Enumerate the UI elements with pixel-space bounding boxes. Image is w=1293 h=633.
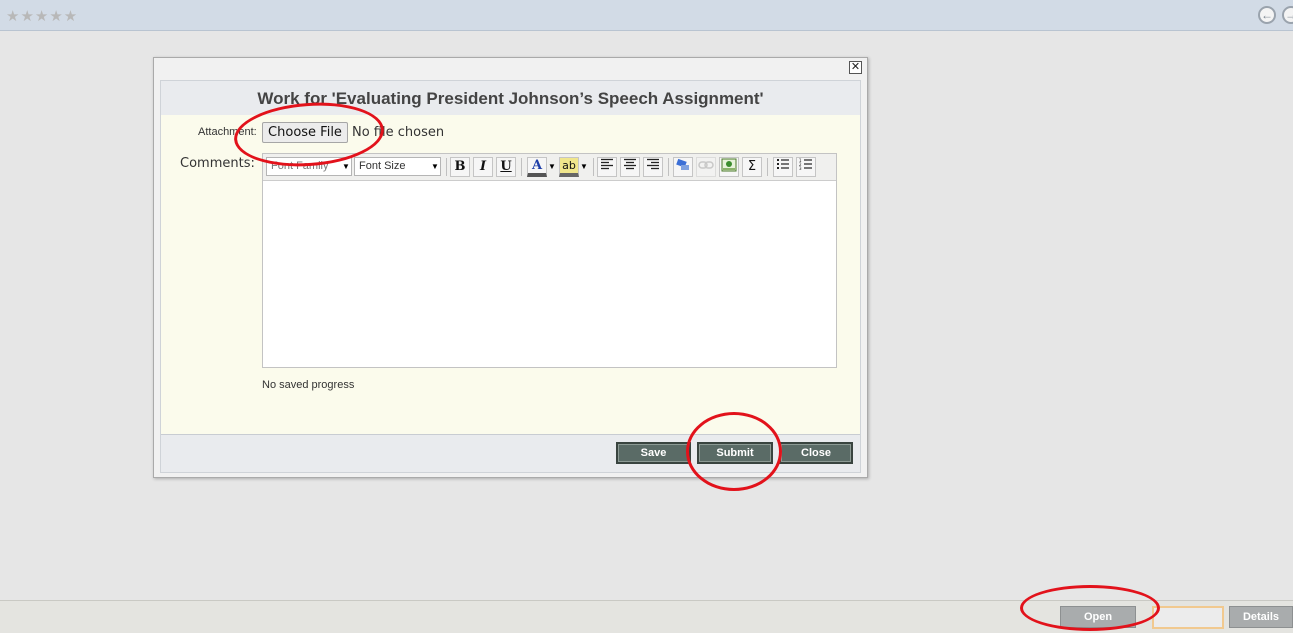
bullet-list-icon[interactable] bbox=[773, 157, 793, 177]
underline-button[interactable]: U bbox=[496, 157, 516, 177]
link-icon[interactable] bbox=[696, 157, 716, 177]
blank-button[interactable] bbox=[1152, 606, 1224, 629]
close-button[interactable]: Close bbox=[779, 442, 853, 464]
close-icon[interactable]: ✕ bbox=[849, 61, 862, 74]
chevron-down-icon[interactable]: ▼ bbox=[580, 157, 588, 177]
chevron-down-icon[interactable]: ▼ bbox=[548, 157, 556, 177]
align-left-icon[interactable] bbox=[597, 157, 617, 177]
forward-arrow-icon[interactable]: → bbox=[1282, 6, 1293, 24]
no-file-text: No file chosen bbox=[352, 125, 445, 140]
highlight-color-button[interactable]: ab bbox=[559, 157, 579, 177]
align-right-icon[interactable] bbox=[643, 157, 663, 177]
toolbar-divider bbox=[446, 158, 447, 176]
rating-stars[interactable]: ★★★★★ bbox=[6, 7, 78, 25]
comments-editor[interactable]: Font Family ▼ Font Size ▼ B I U A ▼ ab ▼… bbox=[262, 153, 837, 368]
image-icon[interactable] bbox=[719, 157, 739, 177]
dialog-panel: Work for 'Evaluating President Johnson’s… bbox=[160, 80, 861, 473]
back-arrow-icon[interactable]: ← bbox=[1258, 6, 1276, 24]
align-center-icon[interactable] bbox=[620, 157, 640, 177]
open-button[interactable]: Open bbox=[1060, 606, 1136, 628]
svg-text:3: 3 bbox=[799, 166, 802, 170]
comments-label: Comments: bbox=[180, 156, 255, 171]
submit-button[interactable]: Submit bbox=[697, 442, 773, 464]
font-size-select[interactable]: Font Size ▼ bbox=[354, 157, 441, 176]
chevron-down-icon: ▼ bbox=[431, 162, 439, 171]
sigma-button[interactable]: Σ bbox=[742, 157, 762, 177]
eraser-icon[interactable] bbox=[673, 157, 693, 177]
bold-button[interactable]: B bbox=[450, 157, 470, 177]
dialog-body: Attachment: Choose File No file chosen C… bbox=[161, 115, 860, 435]
font-family-select[interactable]: Font Family ▼ bbox=[266, 157, 352, 176]
top-bar: ★★★★★ ← → bbox=[0, 0, 1293, 31]
saved-status: No saved progress bbox=[262, 379, 355, 391]
font-family-value: Font Family bbox=[271, 160, 329, 172]
font-size-value: Font Size bbox=[359, 160, 406, 172]
choose-file-button[interactable]: Choose File bbox=[262, 122, 348, 143]
toolbar-divider bbox=[521, 158, 522, 176]
dialog-title: Work for 'Evaluating President Johnson’s… bbox=[257, 89, 764, 108]
chevron-down-icon: ▼ bbox=[342, 162, 350, 171]
toolbar-divider bbox=[668, 158, 669, 176]
save-button[interactable]: Save bbox=[616, 442, 691, 464]
toolbar-divider bbox=[593, 158, 594, 176]
editor-toolbar: Font Family ▼ Font Size ▼ B I U A ▼ ab ▼… bbox=[263, 154, 836, 181]
details-button[interactable]: Details bbox=[1229, 606, 1293, 628]
toolbar-divider bbox=[767, 158, 768, 176]
attachment-label: Attachment: bbox=[198, 126, 257, 138]
italic-button[interactable]: I bbox=[473, 157, 493, 177]
text-color-button[interactable]: A bbox=[527, 157, 547, 177]
numbered-list-icon[interactable]: 123 bbox=[796, 157, 816, 177]
work-dialog: ✕ Work for 'Evaluating President Johnson… bbox=[153, 57, 868, 478]
